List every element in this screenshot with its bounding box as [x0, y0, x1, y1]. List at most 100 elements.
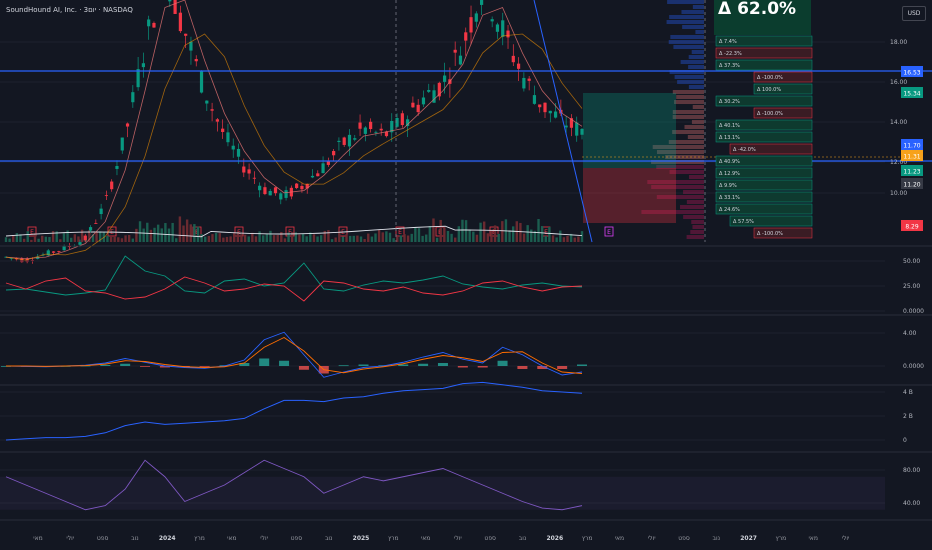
volume-bar — [59, 239, 62, 242]
symbol-title: SoundHound AI, Inc. · 3יום · NASDAQ — [6, 6, 133, 14]
candle-body — [506, 30, 510, 38]
candle-body — [263, 187, 267, 195]
candle-body — [532, 95, 537, 104]
candle-body — [78, 242, 82, 245]
volume-bar — [377, 229, 381, 242]
pane-tick-label: 0 — [903, 437, 907, 444]
pane-tick-label: 0.0000 — [903, 363, 924, 370]
volume-bar — [464, 220, 468, 242]
volume-bar — [540, 226, 544, 242]
volume-bar — [109, 236, 113, 242]
volume-profile-row — [683, 215, 704, 219]
volume-profile-row — [688, 65, 704, 69]
macd-histogram-bar — [140, 366, 151, 367]
pane-tick-label: 0.0000 — [903, 308, 924, 315]
pane-tick-label: 25.00 — [903, 283, 920, 290]
earnings-marker-label: E — [544, 229, 548, 236]
stat-box-label: Δ 7.4% — [719, 39, 737, 45]
volume-bar — [243, 234, 247, 242]
candle-body — [178, 12, 182, 32]
candle-body — [421, 97, 426, 105]
price-badge-label: 11.23 — [903, 169, 920, 176]
stat-box-label: Δ 40.1% — [719, 123, 740, 129]
volume-bar — [251, 232, 254, 242]
chart-canvas[interactable]: EEEEEEEEEEE 18.00 16.00 14.00 12.00 10.0… — [0, 0, 932, 550]
stat-box-label: Δ 57.5% — [733, 219, 754, 225]
candle-body — [120, 137, 124, 151]
price-badge-label: 11.20 — [903, 182, 920, 189]
stat-box-label: Δ -42.0% — [733, 147, 756, 153]
volume-bar — [327, 230, 330, 242]
volume-bar — [374, 233, 377, 242]
volume-bar — [461, 219, 464, 242]
volume-profile-row — [682, 25, 704, 29]
volume-bar — [44, 236, 48, 242]
time-tick-label: יולי — [454, 535, 462, 542]
volume-profile-row — [683, 190, 704, 194]
volume-bar — [479, 222, 482, 242]
macd-histogram-bar — [358, 364, 369, 366]
stat-box-label: Δ -100.0% — [757, 75, 783, 81]
volume-bar — [269, 230, 272, 242]
volume-bar — [262, 235, 265, 242]
candle-body — [152, 22, 156, 28]
candle-body — [57, 251, 61, 252]
volume-bar — [22, 238, 26, 242]
volume-bar — [124, 235, 127, 242]
price-badge-label: 11.31 — [903, 154, 920, 161]
candle-body — [215, 119, 219, 122]
macd-histogram-bar — [577, 364, 587, 366]
macd-histogram-bar — [338, 365, 349, 367]
candle-body — [575, 122, 579, 136]
candle-body — [268, 190, 272, 196]
volume-profile-row — [673, 45, 704, 49]
time-tick-label: יולי — [842, 535, 850, 542]
volume-bar — [396, 236, 399, 242]
candle-body — [221, 128, 225, 132]
candle-body — [527, 78, 531, 81]
volume-bar — [330, 239, 334, 242]
volume-bar — [276, 235, 279, 242]
earnings-marker-label: E — [607, 229, 611, 236]
volume-bar — [490, 229, 493, 242]
time-tick-label: נוב — [325, 535, 333, 542]
time-tick-label: ספט — [291, 535, 303, 542]
candle-body — [279, 193, 283, 200]
volume-bar — [171, 222, 174, 242]
candle-body — [242, 166, 246, 173]
stat-box-label: Δ 40.9% — [719, 159, 740, 165]
candle-body — [347, 134, 352, 147]
volume-bar — [30, 239, 33, 242]
volume-bar — [258, 231, 261, 242]
candle-body — [316, 173, 320, 177]
time-tick-label: ספט — [678, 535, 690, 542]
price-tick-10: 10.00 — [890, 190, 907, 197]
volume-bar — [493, 225, 497, 242]
macd-histogram-bar — [298, 366, 309, 370]
volume-bar — [26, 231, 29, 242]
volume-bar — [156, 224, 160, 242]
volume-bar — [562, 237, 566, 242]
volume-bar — [381, 232, 384, 242]
volume-bar — [131, 238, 134, 242]
time-tick-label: יולי — [260, 535, 268, 542]
volume-bar — [497, 233, 500, 242]
pane-tick-label: 40.00 — [903, 500, 920, 507]
volume-profile-row — [692, 225, 704, 229]
volume-bar — [519, 222, 522, 242]
candle-body — [310, 175, 315, 178]
volume-bar — [233, 232, 236, 242]
volume-bar — [356, 235, 359, 242]
currency-badge[interactable]: USD — [902, 6, 926, 21]
volume-bar — [457, 226, 461, 242]
volume-profile-row — [686, 200, 704, 204]
candle-body — [226, 132, 230, 143]
rsi-band — [0, 476, 885, 510]
macd-histogram-bar — [259, 358, 270, 366]
volume-bar — [200, 234, 203, 242]
candle-body — [321, 163, 325, 174]
stat-box-label: Δ -100.0% — [757, 231, 783, 237]
candle-body — [110, 181, 114, 190]
stat-box-label: Δ -22.3% — [719, 51, 742, 57]
macd-histogram-bar — [437, 363, 448, 366]
